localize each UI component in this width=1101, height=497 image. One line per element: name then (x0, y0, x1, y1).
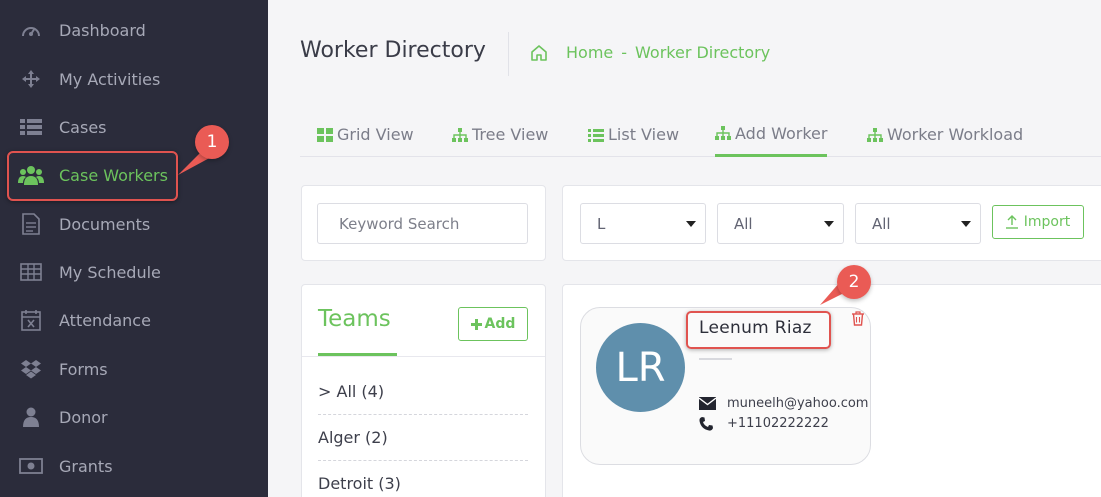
worker-name[interactable]: Leenum Riaz (699, 318, 812, 338)
trash-icon[interactable] (851, 311, 865, 330)
tab-grid-view[interactable]: Grid View (317, 112, 414, 157)
worker-email-row: muneelh@yahoo.com (699, 396, 868, 411)
sidebar-item-attendance[interactable]: Attendance (0, 296, 268, 344)
sidebar-item-label: Dashboard (59, 20, 146, 40)
tab-list-view[interactable]: List View (588, 112, 679, 157)
home-icon[interactable] (530, 44, 548, 61)
annotation-badge-1: 1 (195, 125, 229, 159)
users-icon (18, 164, 44, 186)
select-value: All (872, 214, 891, 233)
teams-divider (302, 356, 545, 357)
upload-icon (1005, 215, 1018, 229)
sidebar-item-my-schedule[interactable]: My Schedule (0, 248, 268, 296)
keyword-search-input[interactable] (317, 203, 528, 244)
name-divider (699, 358, 732, 360)
sidebar-item-label: Case Workers (59, 165, 168, 185)
select-value: All (734, 214, 753, 233)
dashboard-icon (18, 19, 44, 41)
import-label: Import (1023, 214, 1071, 230)
caret-down-icon (824, 221, 834, 227)
dropbox-icon (18, 358, 44, 380)
breadcrumb-current: Worker Directory (635, 43, 771, 62)
sidebar-item-documents[interactable]: Documents (0, 200, 268, 248)
tab-label: Add Worker (735, 123, 828, 143)
import-button[interactable]: Import (992, 205, 1084, 239)
breadcrumb-separator: - (621, 43, 628, 62)
envelope-icon (699, 397, 717, 410)
sidebar-item-label: My Schedule (59, 262, 161, 282)
teams-title: Teams (318, 306, 391, 332)
money-icon (18, 455, 44, 477)
filter-select-2[interactable]: All (717, 203, 844, 244)
grid-icon (317, 127, 333, 142)
team-item-alger[interactable]: Alger (2) (318, 414, 528, 460)
team-item-all[interactable]: > All (4) (318, 368, 528, 414)
sitemap-icon (867, 127, 883, 142)
caret-down-icon (961, 221, 971, 227)
sidebar-item-label: Grants (59, 456, 113, 476)
sidebar-item-grants[interactable]: Grants (0, 442, 268, 490)
sidebar-item-label: Documents (59, 214, 151, 234)
breadcrumb: Home - Worker Directory (530, 43, 778, 62)
add-team-button[interactable]: Add (458, 307, 528, 341)
phone-icon (699, 416, 717, 431)
sidebar-item-label: My Activities (59, 69, 161, 89)
sidebar-item-label: Donor (59, 407, 108, 427)
worker-email: muneelh@yahoo.com (727, 396, 869, 411)
sidebar-item-case-workers[interactable]: Case Workers (0, 151, 268, 199)
sidebar-item-my-activities[interactable]: My Activities (0, 55, 268, 103)
tab-label: Worker Workload (887, 125, 1024, 144)
sidebar: Dashboard My Activities Cases Case Worke… (0, 0, 268, 497)
add-label: Add (484, 316, 516, 332)
breadcrumb-home[interactable]: Home (566, 43, 613, 62)
user-icon (18, 406, 44, 428)
letter-filter-select[interactable]: L (580, 203, 706, 244)
tab-label: Tree View (472, 125, 549, 144)
sidebar-item-forms[interactable]: Forms (0, 345, 268, 393)
activities-icon (18, 68, 44, 90)
sidebar-item-label: Attendance (59, 310, 151, 330)
sidebar-item-dashboard[interactable]: Dashboard (0, 6, 268, 54)
calendar-x-icon (18, 309, 44, 331)
sitemap-icon (715, 126, 731, 140)
avatar: LR (596, 323, 685, 412)
sidebar-item-label: Forms (59, 359, 108, 379)
sidebar-item-label: Cases (59, 117, 107, 137)
sitemap-icon (452, 127, 468, 142)
plus-icon (470, 318, 482, 330)
tab-worker-workload[interactable]: Worker Workload (867, 112, 1023, 157)
sidebar-item-donor[interactable]: Donor (0, 393, 268, 441)
view-tabs: Grid View Tree View List View Add Worker… (300, 112, 1101, 157)
caret-down-icon (686, 221, 696, 227)
list-icon (588, 128, 604, 142)
select-value: L (597, 214, 606, 233)
tab-label: Grid View (337, 125, 414, 144)
title-divider (508, 32, 509, 76)
tab-label: List View (608, 125, 680, 144)
team-item-detroit[interactable]: Detroit (3) (318, 460, 528, 497)
document-icon (18, 213, 44, 235)
cases-icon (18, 116, 44, 138)
worker-phone-row: +11102222222 (699, 416, 829, 431)
filter-select-3[interactable]: All (855, 203, 981, 244)
tab-tree-view[interactable]: Tree View (452, 112, 548, 157)
tab-add-worker[interactable]: Add Worker (715, 112, 828, 157)
page-title: Worker Directory (300, 38, 486, 63)
calendar-grid-icon (18, 261, 44, 283)
worker-phone: +11102222222 (727, 416, 829, 431)
annotation-badge-2: 2 (837, 265, 871, 299)
